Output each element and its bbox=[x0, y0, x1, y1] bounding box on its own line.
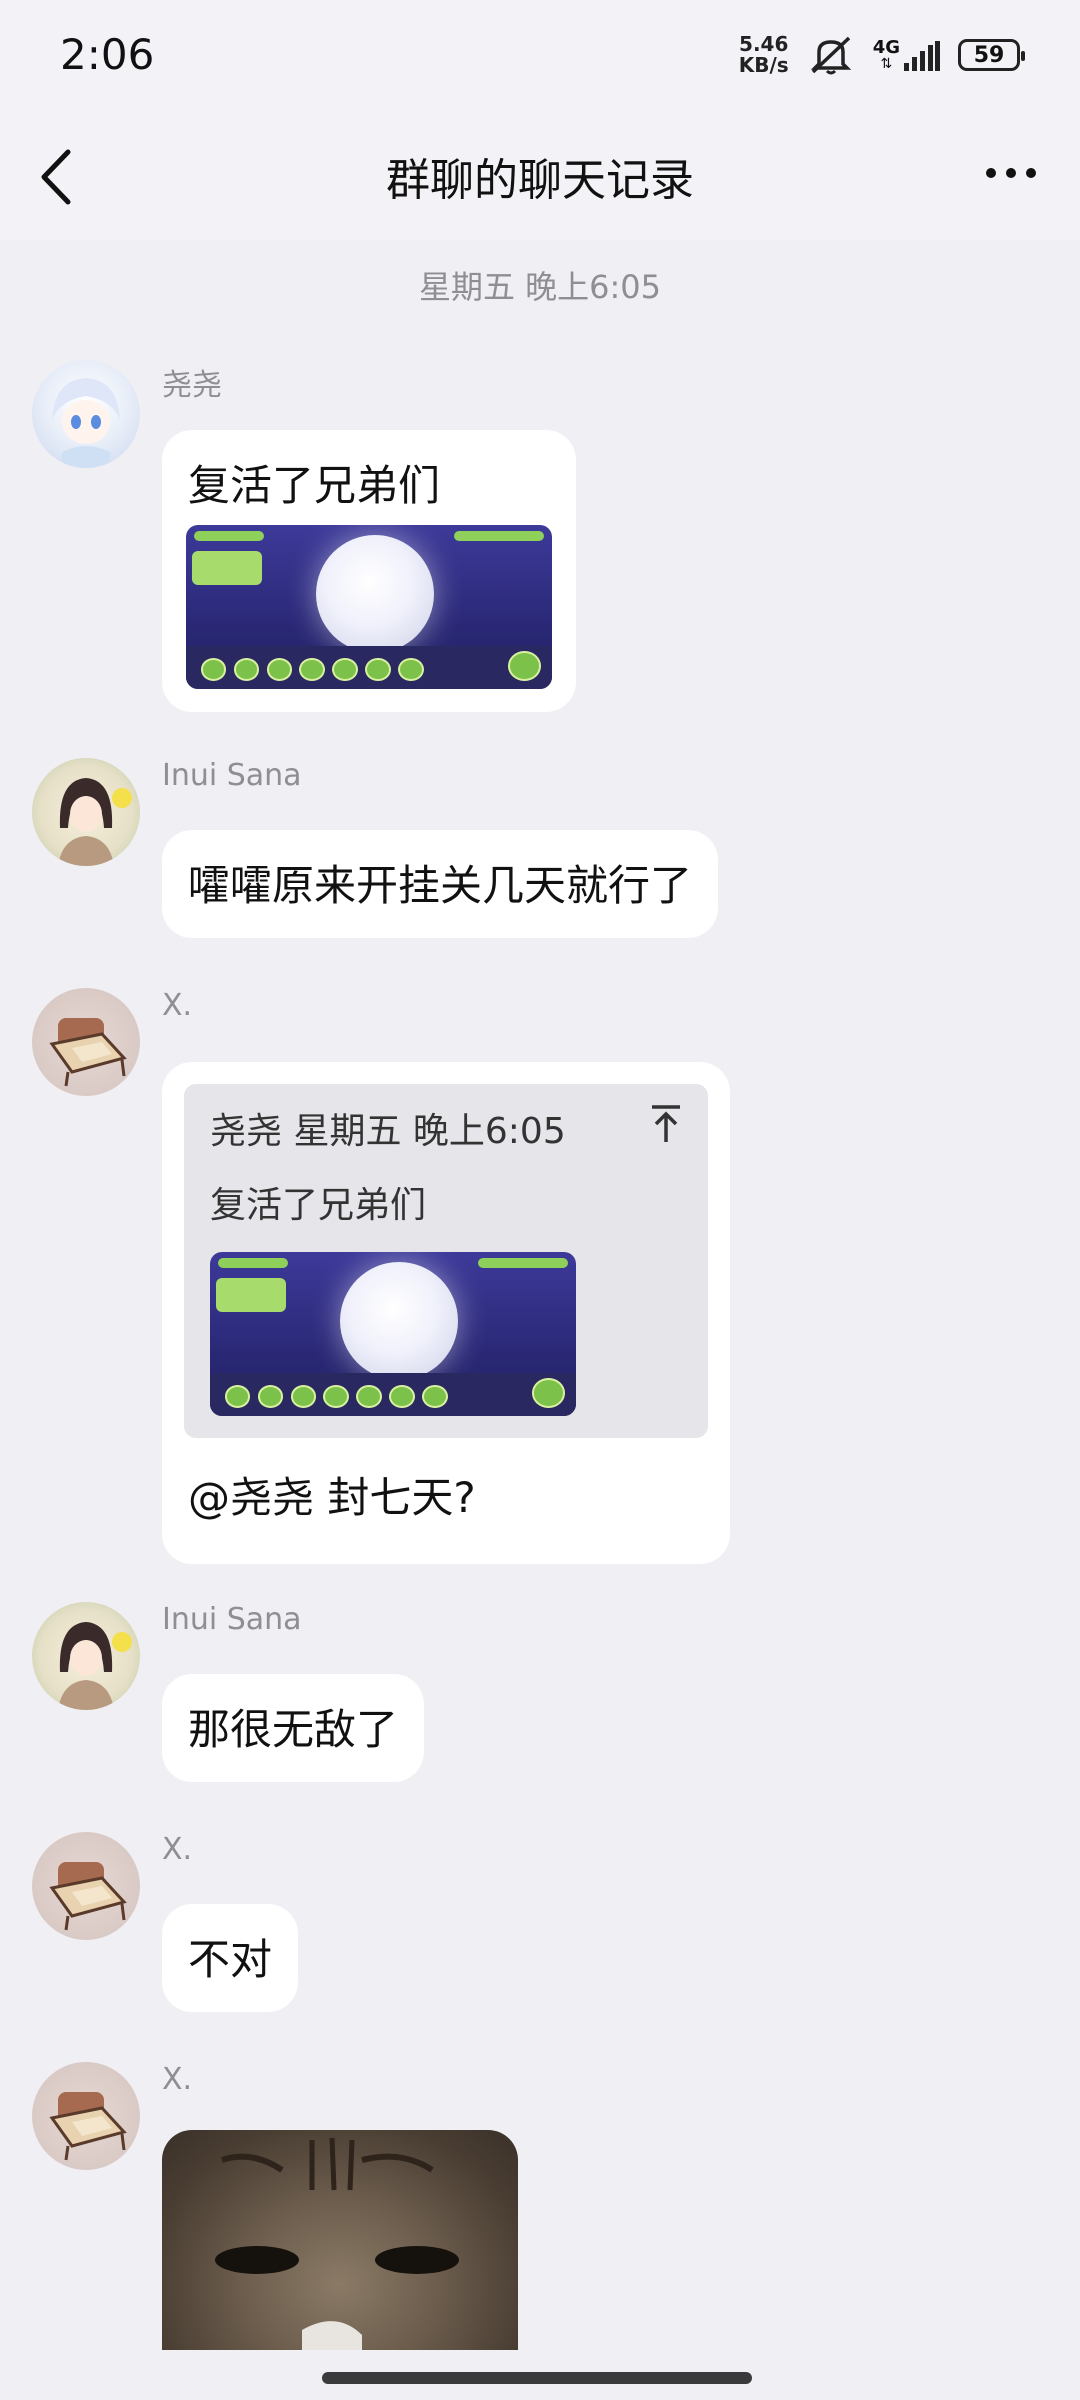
sender-name: 尧尧 bbox=[162, 368, 222, 403]
mute-bell-icon bbox=[810, 36, 851, 75]
game-button-icon bbox=[422, 1384, 448, 1408]
message-timestamp: 星期五 晚上6:05 bbox=[418, 268, 662, 306]
jump-to-original-icon[interactable] bbox=[646, 1102, 686, 1146]
dot-icon bbox=[986, 168, 996, 178]
quoted-header: 尧尧 星期五 晚上6:05 bbox=[210, 1111, 566, 1152]
more-button[interactable] bbox=[976, 148, 1046, 198]
game-ui-panel bbox=[216, 1278, 286, 1312]
avatar[interactable] bbox=[32, 758, 140, 866]
anime-girl-avatar-icon bbox=[52, 378, 120, 468]
bed-avatar-icon bbox=[49, 1862, 127, 1931]
message-bubble[interactable]: 嚯嚯原来开挂关几天就行了 bbox=[162, 830, 719, 938]
quoted-text: 复活了兄弟们 bbox=[210, 1185, 427, 1226]
game-button-icon bbox=[532, 1378, 566, 1408]
avatar[interactable] bbox=[32, 1602, 140, 1710]
quoted-message[interactable]: 尧尧 星期五 晚上6:05 复活了兄弟们 bbox=[184, 1084, 708, 1438]
game-button-icon bbox=[290, 1384, 317, 1408]
moon-graphic bbox=[340, 1262, 458, 1380]
game-ui-panel bbox=[192, 551, 262, 585]
network-type: 4G ⇅ bbox=[873, 39, 940, 71]
bed-avatar-icon bbox=[49, 2092, 127, 2161]
game-button-icon bbox=[365, 657, 391, 681]
sender-name: X. bbox=[162, 2062, 193, 2097]
avatar[interactable] bbox=[32, 1832, 140, 1940]
moon-graphic bbox=[316, 535, 434, 653]
anime-girl-avatar-icon bbox=[58, 1622, 132, 1710]
message-text: 嚯嚯原来开挂关几天就行了 bbox=[188, 861, 693, 910]
message-bubble[interactable]: 尧尧 星期五 晚上6:05 复活了兄弟们 @尧尧 封七天? bbox=[162, 1062, 730, 1564]
message-bubble[interactable]: 那很无敌了 bbox=[162, 1674, 425, 1782]
header: 群聊的聊天记录 bbox=[0, 118, 1080, 240]
game-button-icon bbox=[233, 657, 260, 681]
game-button-icon bbox=[389, 1384, 415, 1408]
game-screenshot-image[interactable] bbox=[186, 525, 552, 689]
status-bar: 2:06 5.46 KB/s 4G ⇅ 59 bbox=[0, 0, 1080, 118]
game-ui-tag bbox=[478, 1258, 568, 1268]
game-screenshot-image[interactable] bbox=[210, 1252, 576, 1416]
game-button-icon bbox=[356, 1384, 382, 1408]
gesture-bar-area bbox=[0, 2350, 1080, 2400]
sender-name: Inui Sana bbox=[162, 758, 302, 793]
game-button-icon bbox=[299, 657, 326, 681]
battery-indicator: 59 bbox=[958, 39, 1025, 71]
message-text: 不对 bbox=[188, 1935, 273, 1984]
game-button-icon bbox=[323, 1384, 350, 1408]
anime-girl-avatar-icon bbox=[58, 778, 132, 866]
message-text: 复活了兄弟们 bbox=[188, 461, 441, 510]
game-button-icon bbox=[332, 657, 358, 681]
page-title: 群聊的聊天记录 bbox=[386, 155, 694, 206]
status-time: 2:06 bbox=[60, 30, 155, 79]
data-arrows-icon: ⇅ bbox=[880, 56, 893, 72]
message-bubble[interactable]: 不对 bbox=[162, 1904, 299, 2012]
dot-icon bbox=[1006, 168, 1016, 178]
message-bubble[interactable]: 复活了兄弟们 bbox=[162, 430, 576, 712]
game-ui-tag bbox=[194, 531, 264, 541]
home-indicator[interactable] bbox=[322, 2372, 752, 2384]
message-text: 那很无敌了 bbox=[188, 1705, 399, 1754]
signal-icon bbox=[904, 41, 940, 71]
avatar[interactable] bbox=[32, 360, 140, 468]
cat-photo-image[interactable] bbox=[162, 2130, 518, 2350]
sender-name: Inui Sana bbox=[162, 1602, 302, 1637]
avatar[interactable] bbox=[32, 988, 140, 1096]
bed-avatar-icon bbox=[49, 1018, 127, 1087]
game-button-icon bbox=[224, 1384, 251, 1408]
game-button-icon bbox=[257, 1384, 284, 1408]
network-speed: 5.46 KB/s bbox=[738, 32, 789, 77]
sender-name: X. bbox=[162, 988, 193, 1023]
chat-history[interactable]: 星期五 晚上6:05 尧尧 复活了兄弟们 Inui Sana 嚯嚯原来开挂关几天… bbox=[0, 240, 1080, 2350]
dot-icon bbox=[1026, 168, 1036, 178]
cat-face-icon bbox=[215, 2137, 459, 2350]
avatar[interactable] bbox=[32, 2062, 140, 2170]
message-text: @尧尧 封七天? bbox=[188, 1473, 476, 1522]
game-ui-tag bbox=[454, 531, 544, 541]
game-button-icon bbox=[266, 657, 293, 681]
game-button-icon bbox=[200, 657, 227, 681]
game-button-icon bbox=[508, 651, 542, 681]
sender-name: X. bbox=[162, 1832, 193, 1867]
game-button-icon bbox=[398, 657, 424, 681]
game-ui-tag bbox=[218, 1258, 288, 1268]
status-icons: 5.46 KB/s 4G ⇅ 59 bbox=[738, 32, 1025, 77]
